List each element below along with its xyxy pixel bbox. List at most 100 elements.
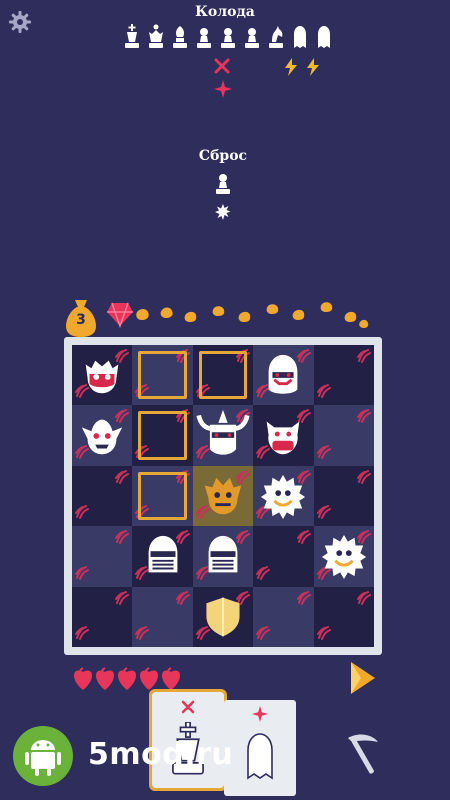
claw-mark-icon <box>316 383 331 402</box>
coin-icon <box>238 311 251 322</box>
enemy-goblin-icon[interactable] <box>72 405 132 465</box>
heart-icon <box>161 670 181 690</box>
claw-mark-icon <box>316 444 331 463</box>
heart-icon <box>73 670 93 690</box>
board-cell[interactable] <box>72 465 133 527</box>
coin-icon <box>292 309 305 320</box>
claw-mark-icon <box>195 383 210 402</box>
pickaxe-button[interactable] <box>342 730 382 778</box>
board-cell[interactable] <box>253 526 314 587</box>
end-turn-button[interactable] <box>348 658 378 698</box>
enemy-spiky-icon[interactable] <box>253 466 313 526</box>
claw-mark-icon <box>115 590 130 609</box>
board-cell[interactable] <box>132 586 193 647</box>
gem <box>106 300 134 332</box>
enemy-orange-icon[interactable] <box>193 466 253 526</box>
board-cell[interactable] <box>132 465 193 527</box>
gear-icon <box>9 11 31 33</box>
board-cell[interactable] <box>313 586 374 647</box>
board-cell[interactable] <box>192 586 254 647</box>
board-cell[interactable] <box>72 345 133 406</box>
game-board <box>64 337 382 655</box>
board-cell[interactable] <box>72 586 133 647</box>
bishop-piece-icon <box>169 24 191 50</box>
claw-mark-icon <box>135 625 150 644</box>
enemy-horned-icon[interactable] <box>193 405 253 465</box>
claw-mark-icon <box>316 504 331 523</box>
settings-button[interactable] <box>8 10 32 34</box>
board-cell[interactable] <box>132 405 193 466</box>
claw-mark-icon <box>357 348 371 367</box>
coin-row <box>134 298 374 332</box>
deck-bolt-marker <box>284 58 298 80</box>
board-cell[interactable] <box>72 526 133 587</box>
coin-icon <box>266 304 279 314</box>
board-cell[interactable] <box>253 465 314 527</box>
board-cell[interactable] <box>192 405 254 466</box>
bag-count: 3 <box>76 312 86 328</box>
coin-icon <box>212 306 225 316</box>
board-cell[interactable] <box>192 465 254 527</box>
knight-helm-icon[interactable] <box>132 526 192 586</box>
coin-icon <box>136 309 149 320</box>
claw-mark-icon <box>256 565 271 584</box>
board-cell[interactable] <box>132 526 193 587</box>
board-cell[interactable] <box>253 345 314 406</box>
pawn-piece-icon <box>241 24 263 50</box>
heart-icon <box>139 670 159 690</box>
cross-icon <box>181 700 195 714</box>
knight-piece-icon <box>265 24 287 50</box>
ghost-piece-icon <box>313 24 335 50</box>
board-cell[interactable] <box>192 526 254 587</box>
enemy-crab-icon[interactable] <box>72 345 132 405</box>
bolt-icon <box>285 58 297 76</box>
board-cell[interactable] <box>313 465 374 527</box>
coin-icon <box>320 302 333 312</box>
discard-pile[interactable] <box>214 170 234 220</box>
board-cell[interactable] <box>313 345 374 406</box>
board-cell[interactable] <box>313 405 374 466</box>
enemy-boar-icon[interactable] <box>253 405 313 465</box>
watermark: 5mod.ru <box>12 725 272 786</box>
deck-title: Колода <box>195 4 255 20</box>
board-cell[interactable] <box>132 345 193 406</box>
claw-mark-icon <box>115 469 130 488</box>
claw-mark-icon <box>75 565 89 584</box>
claw-mark-icon <box>357 590 371 609</box>
claw-mark-icon <box>296 529 311 548</box>
board-cell[interactable] <box>192 345 254 406</box>
sparkle-icon <box>214 80 232 98</box>
claw-mark-icon <box>115 529 130 548</box>
watermark-text: 5mod.ru <box>88 737 234 772</box>
heart-icon <box>95 670 115 690</box>
board-cell[interactable] <box>313 526 374 587</box>
pickaxe-icon <box>348 734 378 774</box>
claw-mark-icon <box>256 625 271 644</box>
claw-mark-icon <box>316 625 331 644</box>
enemy-spiky-icon[interactable] <box>314 526 374 586</box>
claw-mark-icon <box>296 590 311 609</box>
shield-icon[interactable] <box>193 587 253 647</box>
deck-star-marker <box>214 80 232 102</box>
bolt-icon <box>307 58 319 76</box>
coin-icon <box>160 307 173 318</box>
enemy-helmet-icon[interactable] <box>253 345 313 405</box>
queen-piece-icon <box>145 24 167 50</box>
lives-row <box>70 658 190 694</box>
board-cell[interactable] <box>72 405 133 466</box>
claw-mark-icon <box>175 408 190 427</box>
claw-mark-icon <box>75 625 89 644</box>
coin-icon <box>184 311 197 322</box>
coin-bag: 3 <box>64 298 98 338</box>
pawn-piece-icon <box>193 24 215 50</box>
sparkle-icon <box>252 706 268 722</box>
deck-pieces[interactable] <box>121 24 335 50</box>
claw-mark-icon <box>357 469 371 488</box>
knight-helm-icon[interactable] <box>193 526 253 586</box>
board-cell[interactable] <box>253 405 314 466</box>
deck-bolt-marker <box>306 58 320 80</box>
board-grid <box>72 345 374 647</box>
board-cell[interactable] <box>253 586 314 647</box>
claw-mark-icon <box>135 504 150 523</box>
pawn-piece-icon <box>216 174 230 194</box>
